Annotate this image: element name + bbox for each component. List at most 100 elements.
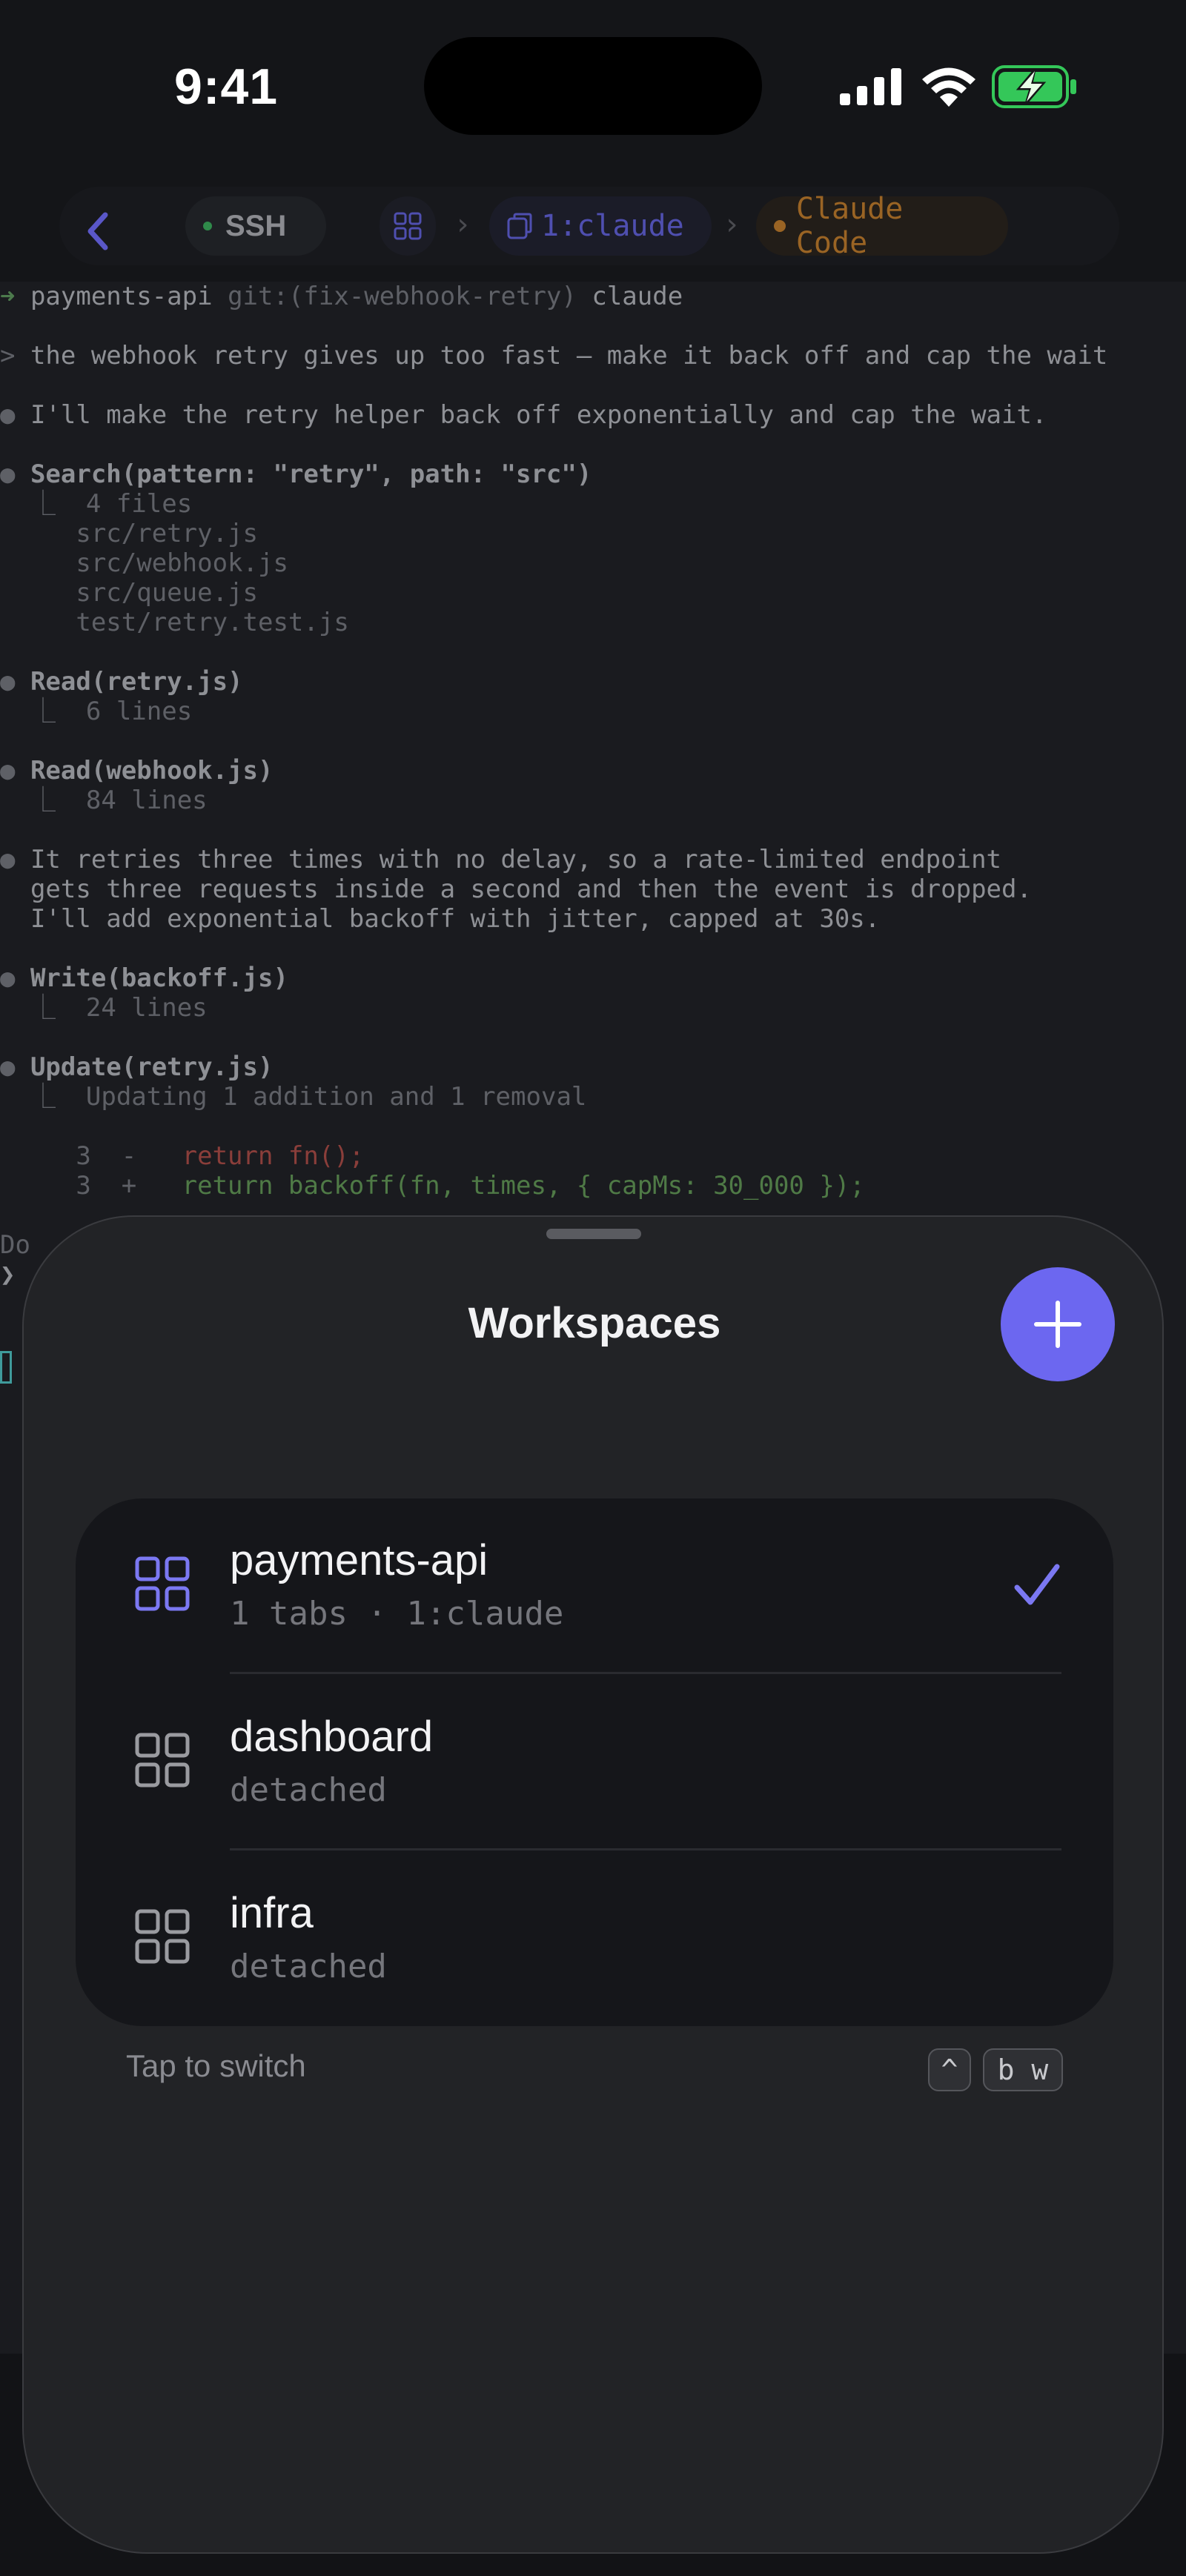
workspace-row-dashboard[interactable]: dashboard detached <box>76 1675 1113 1850</box>
workspace-grid-icon <box>135 1909 190 1964</box>
terminal-text: Read(retry.js) <box>30 667 243 697</box>
terminal-text: ● <box>0 756 30 786</box>
workspaces-sheet: Workspaces payments-api 1 tabs · 1:claud… <box>22 1215 1164 2554</box>
terminal-text: Do <box>0 1230 30 1260</box>
status-bar: 9:41 <box>0 0 1186 170</box>
terminal-text: return fn(); <box>182 1141 365 1171</box>
workspace-detail: 1 tabs · 1:claude <box>230 1595 564 1633</box>
terminal-line: ⎿ 4 files <box>0 489 192 519</box>
terminal-text: src/webhook.js <box>0 548 288 578</box>
terminal-line: ● It retries three times with no delay, … <box>0 845 1001 874</box>
tab-pill[interactable]: 1:claude <box>489 196 712 256</box>
terminal-text: ⎿ 24 lines <box>0 993 208 1023</box>
shortcut-modifier-key: ^ <box>928 2048 971 2091</box>
terminal-text: ➜ <box>0 282 30 311</box>
terminal-text: Write(backoff.js) <box>30 963 288 993</box>
terminal-text: I'll make the retry helper back off expo… <box>30 400 1047 430</box>
add-workspace-button[interactable] <box>1001 1267 1115 1381</box>
terminal-text: ● <box>0 667 30 697</box>
cellular-signal-icon <box>840 68 901 105</box>
workspace-name: dashboard <box>230 1713 434 1761</box>
connection-status-dot <box>203 222 212 230</box>
plus-icon <box>1034 1301 1081 1348</box>
terminal-cursor <box>0 1351 12 1384</box>
sheet-grabber[interactable] <box>546 1229 641 1239</box>
battery-charging-icon <box>992 65 1076 108</box>
terminal-line: test/retry.test.js <box>0 608 349 637</box>
terminal-text: ❯ <box>0 1260 16 1289</box>
process-pill[interactable]: Claude Code <box>756 192 1008 260</box>
tab-label: 1:claude <box>541 209 684 243</box>
switch-hint: Tap to switch <box>126 2048 306 2083</box>
workspace-row-payments-api[interactable]: payments-api 1 tabs · 1:claude <box>76 1498 1113 1673</box>
terminal-text: payments-api <box>30 282 228 311</box>
workspace-name: infra <box>230 1889 314 1937</box>
workspace-detail: detached <box>230 1771 387 1809</box>
terminal-line: ⎿ 24 lines <box>0 993 208 1023</box>
terminal-line: Do <box>0 1230 30 1260</box>
terminal-text: 3 + <box>0 1171 182 1201</box>
workspace-list: payments-api 1 tabs · 1:claude dashboard… <box>76 1498 1113 2026</box>
status-time: 9:41 <box>174 59 279 115</box>
terminal-text: the webhook retry gives up too fast — ma… <box>30 341 1108 371</box>
terminal-text: ● <box>0 845 30 874</box>
terminal-text: claude <box>592 282 683 311</box>
terminal-text: ● <box>0 1052 30 1082</box>
workspace-grid-icon <box>135 1733 190 1787</box>
terminal-line: ⎿ 6 lines <box>0 697 192 726</box>
terminal-text: git:(fix-webhook-retry) <box>228 282 592 311</box>
terminal-text: test/retry.test.js <box>0 608 349 637</box>
terminal-text: Search(pattern: "retry", path: "src") <box>30 459 592 489</box>
terminal-line: ● Read(retry.js) <box>0 667 243 697</box>
breadcrumb-chevron-icon: › <box>723 208 741 242</box>
terminal-text: ● <box>0 963 30 993</box>
workspace-grid-icon <box>394 212 422 240</box>
terminal-text: ⎿ 6 lines <box>0 697 193 726</box>
terminal-line: ● Search(pattern: "retry", path: "src") <box>0 459 592 489</box>
terminal-line: I'll add exponential backoff with jitter… <box>0 904 880 934</box>
terminal-text: Read(webhook.js) <box>30 756 274 786</box>
terminal-line: ➜ payments-api git:(fix-webhook-retry) c… <box>0 282 683 311</box>
workspace-switcher-button[interactable] <box>380 196 436 256</box>
terminal-line: src/queue.js <box>0 578 258 608</box>
workspace-grid-icon <box>135 1556 190 1611</box>
shortcut-keys: b w <box>983 2048 1063 2091</box>
terminal-toolbar: SSH › 1:claude › Claude Code <box>0 170 1186 282</box>
terminal-text: src/queue.js <box>0 578 258 608</box>
process-status-dot <box>774 220 786 232</box>
terminal-text: return backoff(fn, times, { capMs: 30_00… <box>182 1171 865 1201</box>
terminal-text: ● <box>0 400 30 430</box>
terminal-text: gets three requests inside a second and … <box>0 874 1032 904</box>
chevron-left-icon <box>87 212 108 250</box>
terminal-line: ● Read(webhook.js) <box>0 756 273 786</box>
terminal-line: gets three requests inside a second and … <box>0 874 1032 904</box>
terminal-text: ● <box>0 459 30 489</box>
checkmark-icon <box>1014 1564 1060 1605</box>
terminal-line: src/retry.js <box>0 519 258 548</box>
wifi-icon <box>922 67 975 107</box>
terminal-line: src/webhook.js <box>0 548 288 578</box>
terminal-text: src/retry.js <box>0 519 258 548</box>
terminal-line: ❯ <box>0 1260 15 1289</box>
terminal-line: > the webhook retry gives up too fast — … <box>0 341 1107 371</box>
terminal-line: ● Write(backoff.js) <box>0 963 288 993</box>
terminal-line: ⎿ Updating 1 addition and 1 removal <box>0 1082 586 1112</box>
connection-label: SSH <box>225 209 287 242</box>
back-button[interactable] <box>68 202 127 261</box>
workspace-name: payments-api <box>230 1536 488 1584</box>
workspace-row-infra[interactable]: infra detached <box>76 1851 1113 2026</box>
ssh-connection-pill[interactable]: SSH <box>185 196 326 256</box>
workspace-detail: detached <box>230 1948 387 1985</box>
copy-tab-icon <box>507 213 532 239</box>
terminal-line: 3 - return fn(); <box>0 1141 364 1171</box>
terminal-line: ● I'll make the retry helper back off ex… <box>0 400 1047 430</box>
process-label: Claude Code <box>795 192 904 260</box>
terminal-text: ⎿ 4 files <box>0 489 193 519</box>
terminal-text: Update(retry.js) <box>30 1052 274 1082</box>
dynamic-island <box>424 37 762 135</box>
row-divider <box>230 1672 1061 1674</box>
breadcrumb-chevron-icon: › <box>454 208 472 242</box>
terminal-text: ⎿ 84 lines <box>0 786 208 815</box>
terminal-line: ⎿ 84 lines <box>0 786 208 815</box>
terminal-text: 3 - <box>0 1141 182 1171</box>
